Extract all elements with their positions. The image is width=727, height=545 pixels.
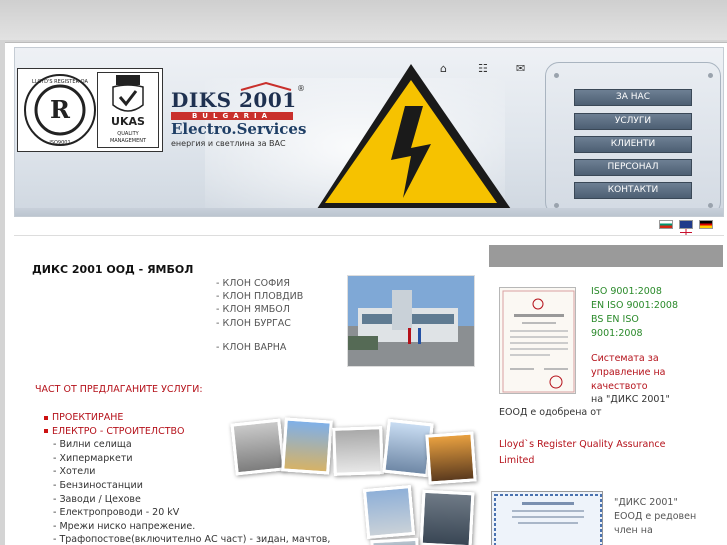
nav-services[interactable]: УСЛУГИ bbox=[574, 113, 692, 130]
iso-standards: ISO 9001:2008 EN ISO 9001:2008 BS EN ISO… bbox=[591, 286, 679, 339]
sitemap-icon[interactable]: ☷ bbox=[478, 62, 488, 75]
branch-item[interactable]: - КЛОН ВАРНА bbox=[216, 341, 303, 354]
nav-about[interactable]: ЗА НАС bbox=[574, 89, 692, 106]
transformer-photo[interactable] bbox=[230, 418, 286, 476]
worker-photo[interactable] bbox=[281, 417, 333, 475]
office-building-photo bbox=[347, 275, 475, 367]
svg-text:MANAGEMENT: MANAGEMENT bbox=[110, 138, 147, 144]
approval-text: ЕООД е одобрена от bbox=[499, 407, 602, 418]
top-icons: ⌂ ☷ ✉ bbox=[440, 62, 535, 76]
svg-text:ISO9001: ISO9001 bbox=[49, 140, 70, 146]
browser-top-band bbox=[0, 0, 727, 40]
industrial-photo[interactable] bbox=[419, 489, 475, 545]
flag-bg-icon[interactable] bbox=[659, 220, 673, 229]
flag-de-icon[interactable] bbox=[699, 220, 713, 229]
divider bbox=[14, 235, 724, 236]
svg-text:QUALITY: QUALITY bbox=[117, 131, 139, 137]
flag-en-icon[interactable] bbox=[679, 220, 693, 237]
nav-clients[interactable]: КЛИЕНТИ bbox=[574, 136, 692, 153]
ukas-logo: UKAS QUALITY MANAGEMENT bbox=[97, 72, 159, 148]
high-voltage-warning-icon bbox=[315, 64, 513, 212]
equipment-photo[interactable] bbox=[370, 537, 420, 545]
company-ref-text: на "ДИКС 2001" bbox=[591, 394, 670, 405]
branch-item[interactable]: - КЛОН ПЛОВДИВ bbox=[216, 290, 303, 303]
substation-photo[interactable] bbox=[362, 485, 416, 539]
sunset-lines-photo[interactable] bbox=[425, 431, 477, 485]
services-title: ЧАСТ ОТ ПРЕДЛАГАНИТЕ УСЛУГИ: bbox=[35, 384, 203, 395]
brand-country: BULGARIA bbox=[171, 112, 293, 120]
main-content: ДИКС 2001 ООД - ЯМБОЛ - КЛОН СОФИЯ - КЛО… bbox=[5, 237, 485, 545]
header-banner: R LLOYD'S REGISTER QA ISO9001 UKAS QUALI… bbox=[14, 47, 724, 217]
branch-list: - КЛОН СОФИЯ - КЛОН ПЛОВДИВ - КЛОН ЯМБОЛ… bbox=[216, 277, 303, 354]
branch-item[interactable]: - КЛОН СОФИЯ bbox=[216, 277, 303, 290]
page-title: ДИКС 2001 ООД - ЯМБОЛ bbox=[32, 263, 194, 276]
membership-certificate-image[interactable] bbox=[491, 491, 603, 545]
nav-staff[interactable]: ПЕРСОНАЛ bbox=[574, 159, 692, 176]
branch-item[interactable]: - КЛОН ЯМБОЛ bbox=[216, 303, 303, 316]
page: R LLOYD'S REGISTER QA ISO9001 UKAS QUALI… bbox=[5, 42, 727, 545]
mail-icon[interactable]: ✉ bbox=[516, 62, 525, 75]
brand-name: DIKS 2001 bbox=[171, 88, 297, 112]
registered-mark: ® bbox=[297, 84, 305, 93]
home-icon[interactable]: ⌂ bbox=[440, 62, 447, 75]
panel-photo[interactable] bbox=[332, 426, 384, 476]
certification-logos: R LLOYD'S REGISTER QA ISO9001 UKAS QUALI… bbox=[17, 68, 163, 152]
lloyds-link[interactable]: Lloyd`s Register Quality Assurance Limit… bbox=[499, 437, 665, 469]
brand-subtitle: Electro.Services bbox=[171, 120, 307, 138]
language-switcher bbox=[659, 220, 721, 237]
branch-item[interactable]: - КЛОН БУРГАС bbox=[216, 317, 303, 330]
nav-contacts[interactable]: КОНТАКТИ bbox=[574, 182, 692, 199]
sidebar: ISO 9001:2008 EN ISO 9001:2008 BS EN ISO… bbox=[485, 237, 727, 545]
membership-text: "ДИКС 2001" ЕООД е редовен член на bbox=[614, 497, 697, 536]
main-menu-panel: ЗА НАС УСЛУГИ КЛИЕНТИ ПЕРСОНАЛ КОНТАКТИ bbox=[545, 62, 721, 216]
company-logo[interactable]: DIKS 2001 ® BULGARIA Electro.Services ен… bbox=[171, 82, 306, 172]
iso-certificate-image[interactable] bbox=[499, 287, 576, 394]
ukas-text: UKAS bbox=[111, 115, 145, 128]
brand-tagline: енергия и светлина за ВАС bbox=[171, 139, 286, 148]
project-photo-collage bbox=[225, 379, 480, 545]
svg-text:LLOYD'S REGISTER QA: LLOYD'S REGISTER QA bbox=[32, 79, 88, 85]
sidebar-header-bar bbox=[489, 245, 723, 267]
lloyds-register-seal: R LLOYD'S REGISTER QA ISO9001 bbox=[24, 74, 96, 146]
svg-text:R: R bbox=[50, 95, 71, 124]
quality-system-text: Системата за управление на качеството bbox=[591, 353, 666, 392]
